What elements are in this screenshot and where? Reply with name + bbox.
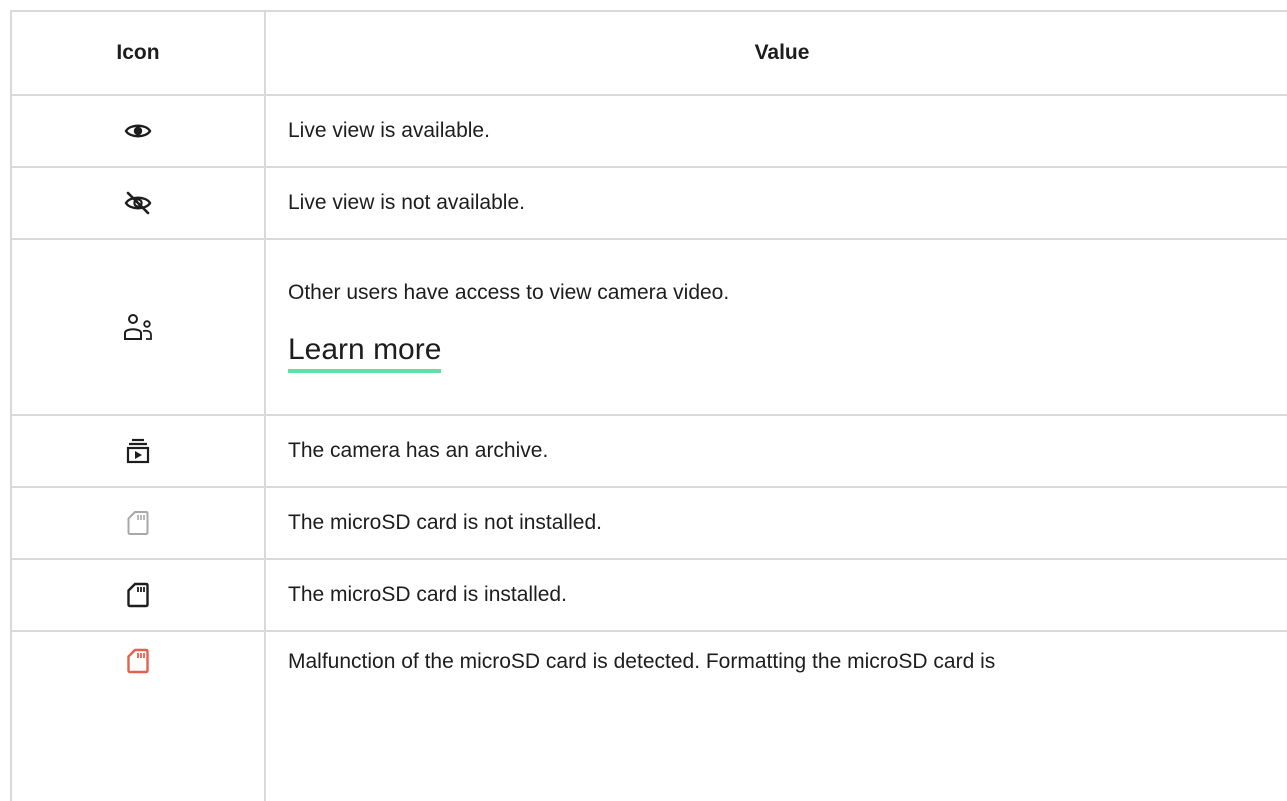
icon-cell xyxy=(10,414,266,488)
table-row: The microSD card is installed. xyxy=(10,558,1287,632)
icon-cell xyxy=(10,94,266,168)
sd-card-icon xyxy=(127,510,149,536)
icon-legend-table-wrapper: Icon Value Live view is available. Live … xyxy=(10,10,1287,801)
table-row: Live view is available. xyxy=(10,94,1287,168)
icon-cell xyxy=(10,630,266,801)
row-value: The camera has an archive. xyxy=(264,414,1287,488)
table-row: The camera has an archive. xyxy=(10,414,1287,488)
users-icon xyxy=(123,313,153,341)
eye-off-icon xyxy=(124,191,152,215)
eye-icon xyxy=(124,121,152,141)
sd-card-icon xyxy=(127,648,149,674)
table-row: Other users have access to view camera v… xyxy=(10,238,1287,416)
header-value: Value xyxy=(264,10,1287,96)
table-row: Malfunction of the microSD card is detec… xyxy=(10,630,1287,801)
row-value: Live view is available. xyxy=(264,94,1287,168)
icon-cell xyxy=(10,166,266,240)
icon-cell xyxy=(10,238,266,416)
row-value: Other users have access to view camera v… xyxy=(264,238,1287,416)
sd-card-icon xyxy=(127,582,149,608)
table-row: Live view is not available. xyxy=(10,166,1287,240)
icon-cell xyxy=(10,558,266,632)
archive-icon xyxy=(126,438,150,464)
learn-more-link[interactable]: Learn more xyxy=(288,333,442,373)
row-value: Live view is not available. xyxy=(264,166,1287,240)
row-value-text: Other users have access to view camera v… xyxy=(288,281,730,304)
row-value: The microSD card is not installed. xyxy=(264,486,1287,560)
table-row: The microSD card is not installed. xyxy=(10,486,1287,560)
row-value: The microSD card is installed. xyxy=(264,558,1287,632)
row-value: Malfunction of the microSD card is detec… xyxy=(264,630,1287,801)
icon-legend-table: Icon Value Live view is available. Live … xyxy=(10,10,1287,801)
header-icon: Icon xyxy=(10,10,266,96)
table-header-row: Icon Value xyxy=(10,10,1287,96)
icon-cell xyxy=(10,486,266,560)
